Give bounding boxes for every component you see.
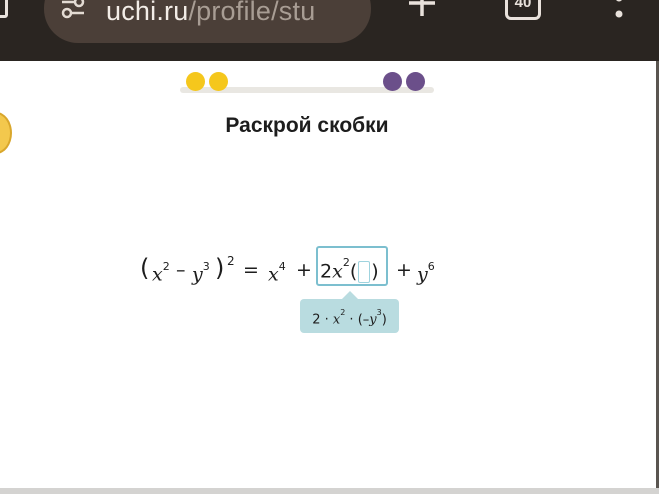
hint-x-exponent: 2 <box>340 308 346 317</box>
lhs-close-paren: ) <box>215 254 225 282</box>
hint-tooltip: 2 · x2 · (–y3) <box>300 299 399 333</box>
answer-open-paren: ( <box>349 260 358 283</box>
bottom-divider <box>0 488 659 494</box>
hint-mult: · (– <box>345 312 370 328</box>
rhs-x: x <box>268 263 279 286</box>
answer-content: 2x2() <box>320 248 379 290</box>
hint-y: y <box>369 312 377 328</box>
lhs-x-exponent: 2 <box>162 260 170 273</box>
url-path: /profile/stu <box>188 0 316 26</box>
rhs-x-term: x4 <box>268 250 286 294</box>
plus-sign: + <box>296 259 312 281</box>
progress-dot <box>209 72 228 91</box>
progress-dot <box>186 72 205 91</box>
lhs-y-exponent: 3 <box>202 260 210 273</box>
progress-dot <box>406 72 425 91</box>
lhs-y-term: y3 <box>192 250 210 294</box>
site-info-icon[interactable] <box>60 0 86 20</box>
tab-switcher-icon[interactable] <box>0 0 8 18</box>
new-tab-icon[interactable] <box>404 0 440 20</box>
tab-count-icon[interactable]: 40 <box>505 0 541 20</box>
plus-sign: + <box>396 259 412 281</box>
equals-sign: = <box>243 259 259 281</box>
rhs-y-exponent: 6 <box>427 260 435 273</box>
url-host: uchi.ru <box>106 0 189 26</box>
answer-x: x <box>332 260 343 283</box>
hint-arrow <box>342 291 358 299</box>
rhs-y: y <box>417 263 428 286</box>
rhs-x-exponent: 4 <box>278 260 286 273</box>
url-text[interactable]: uchi.ru/profile/stu <box>106 0 315 27</box>
hint-coef: 2 · <box>312 312 333 328</box>
hint-close: ) <box>381 312 387 328</box>
rhs-y-term: y6 <box>417 250 435 294</box>
lhs-open-paren: ( <box>140 254 150 282</box>
lhs-outer-exponent: 2 <box>227 254 235 268</box>
answer-box[interactable]: 2x2() <box>316 246 388 286</box>
task-title: Раскрой скобки <box>225 114 389 137</box>
lhs-x-term: x2 <box>152 250 170 294</box>
hint-y-exponent: 3 <box>376 308 382 317</box>
answer-close-paren: ) <box>371 260 379 283</box>
lhs-x: x <box>152 263 163 286</box>
browser-toolbar: uchi.ru/profile/stu 40 <box>0 0 659 61</box>
answer-input[interactable] <box>358 260 371 283</box>
progress-dot <box>383 72 402 91</box>
lhs-minus: – <box>176 259 186 281</box>
address-bar[interactable]: uchi.ru/profile/stu <box>44 0 371 43</box>
answer-x-exponent: 2 <box>342 256 350 269</box>
menu-icon[interactable] <box>612 0 626 22</box>
lhs-y: y <box>192 263 203 286</box>
answer-coefficient: 2 <box>320 260 333 283</box>
